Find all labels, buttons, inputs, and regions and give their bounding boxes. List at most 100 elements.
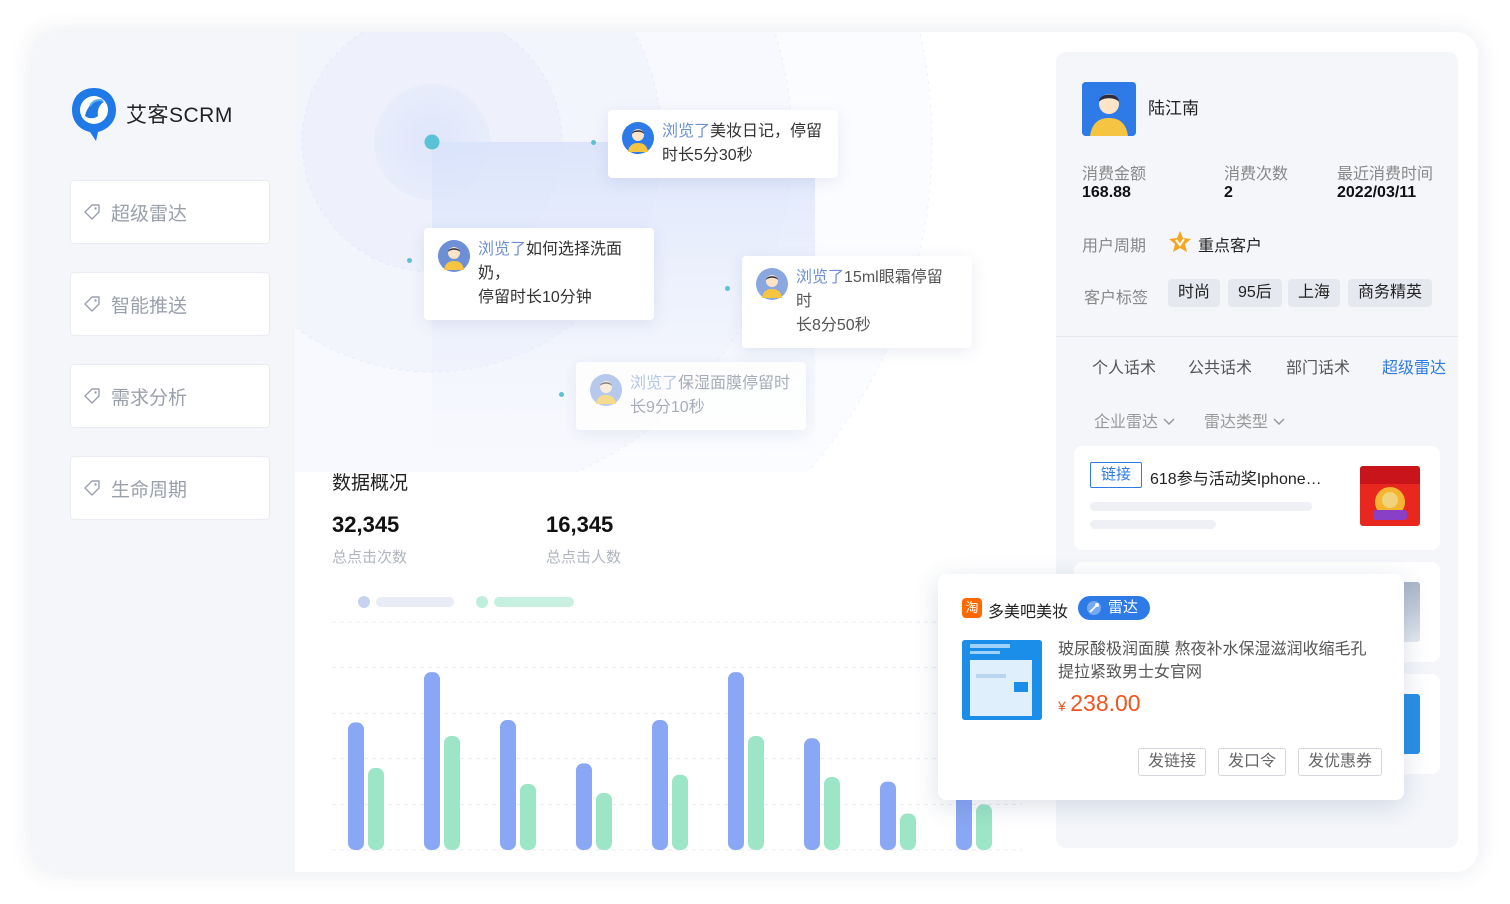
bar-series1-8 <box>880 781 896 850</box>
bar-series1-1 <box>348 722 364 850</box>
radar-dot <box>591 140 596 145</box>
radar-card[interactable]: 链接 618参与活动奖Iphone… <box>1074 446 1440 550</box>
sidebar-item-label: 需求分析 <box>111 387 188 409</box>
send-coupon-button[interactable]: 发优惠券 <box>1298 748 1383 776</box>
activity-bubble: 浏览了15ml眼霜停留时 长8分50秒 <box>742 256 972 348</box>
bar-series2-7 <box>824 777 840 850</box>
sidebar-item-label: 生命周期 <box>111 479 188 501</box>
send-code-button[interactable]: 发口令 <box>1218 748 1287 776</box>
stat-total-clicks: 32,345 <box>332 512 400 537</box>
card-thumbnail <box>1404 582 1420 642</box>
customer-tag: 商务精英 <box>1348 279 1433 307</box>
card-title: 618参与活动奖Iphone… <box>1150 471 1322 488</box>
star-badge-icon <box>1169 231 1191 252</box>
tag-icon <box>84 388 100 404</box>
avatar <box>438 240 470 272</box>
avatar <box>756 268 788 300</box>
app-window: 艾客SCRM 超级雷达 智能推送 需求分析 生命周期 浏览了美妆日记，停留 时长… <box>32 32 1478 872</box>
legend-placeholder <box>494 597 574 607</box>
divider <box>1056 336 1458 337</box>
field-label: 消费次数 <box>1224 166 1289 183</box>
card-thumbnail <box>1360 466 1420 526</box>
bar-series1-2 <box>424 672 440 850</box>
tab-personal[interactable]: 个人话术 <box>1092 354 1156 378</box>
cycle-label: 用户周期 <box>1082 238 1147 255</box>
tab-super-radar[interactable]: 超级雷达 <box>1382 354 1446 378</box>
bar-series2-8 <box>900 813 916 850</box>
bar-series1-7 <box>804 738 820 850</box>
stat-total-clicks-label: 总点击次数 <box>332 549 408 566</box>
logo-icon <box>70 86 118 142</box>
bar-series2-4 <box>596 793 612 850</box>
customer-tag: 上海 <box>1288 279 1341 307</box>
tag-icon <box>84 204 100 220</box>
radar-dot <box>559 392 564 397</box>
tag-icon <box>84 480 100 496</box>
radar-dot <box>407 258 412 263</box>
filter-radar-type[interactable]: 雷达类型 <box>1204 408 1286 432</box>
link-badge: 链接 <box>1090 462 1143 488</box>
legend-marker <box>358 596 370 608</box>
filter-enterprise-radar[interactable]: 企业雷达 <box>1094 408 1176 432</box>
sidebar-item-push[interactable]: 智能推送 <box>70 272 270 336</box>
bar-series1-3 <box>500 720 516 850</box>
bar-series2-5 <box>672 774 688 850</box>
overview-title: 数据概况 <box>332 473 409 494</box>
cycle-value: 重点客户 <box>1198 238 1263 255</box>
bar-series2-6 <box>748 736 764 850</box>
chevron-down-icon <box>1163 418 1175 426</box>
customer-tag: 时尚 <box>1168 279 1221 307</box>
field-value: 2 <box>1224 184 1233 201</box>
bar-series1-4 <box>576 763 592 850</box>
sidebar-item-demand[interactable]: 需求分析 <box>70 364 270 428</box>
radar-badge: 雷达 <box>1078 596 1151 620</box>
bar-series2-3 <box>520 783 536 850</box>
brand-name: 艾客SCRM <box>126 104 233 127</box>
radar-icon <box>1087 601 1101 615</box>
activity-bubble: 浏览了保湿面膜停留时 长9分10秒 <box>576 362 806 430</box>
sidebar-item-lifecycle[interactable]: 生命周期 <box>70 456 270 520</box>
bar-series2-2 <box>444 736 460 850</box>
tab-department[interactable]: 部门话术 <box>1286 354 1350 378</box>
activity-text: 浏览了美妆日记，停留 时长5分30秒 <box>662 123 823 164</box>
activity-bubble: 浏览了如何选择洗面奶， 停留时长10分钟 <box>424 228 654 320</box>
customer-tag: 95后 <box>1228 279 1282 307</box>
bar-series1-6 <box>728 672 744 850</box>
bar-series2-9 <box>976 804 992 850</box>
tags-label: 客户标签 <box>1084 290 1149 307</box>
field-value: 2022/03/11 <box>1337 184 1417 201</box>
send-link-button[interactable]: 发链接 <box>1138 748 1207 776</box>
legend-marker <box>476 596 488 608</box>
activity-text: 浏览了如何选择洗面奶， 停留时长10分钟 <box>478 241 623 306</box>
activity-text: 浏览了15ml眼霜停留时 长8分50秒 <box>796 269 943 334</box>
customer-name: 陆江南 <box>1148 99 1199 118</box>
field-value: 168.88 <box>1082 184 1131 201</box>
shop-name: 多美吧美妆 <box>988 604 1069 621</box>
product-title: 玻尿酸极润面膜 熬夜补水保湿滋润收缩毛孔 提拉紧致男士女官网 <box>1058 641 1367 681</box>
stat-total-users: 16,345 <box>546 512 614 537</box>
brand-logo: 艾客SCRM <box>70 86 233 142</box>
bar-chart <box>332 596 1022 851</box>
card-thumbnail <box>1404 694 1420 754</box>
field-label: 最近消费时间 <box>1337 166 1434 183</box>
sidebar-item-label: 超级雷达 <box>111 203 188 225</box>
tag-icon <box>84 296 100 312</box>
sidebar-item-radar[interactable]: 超级雷达 <box>70 180 270 244</box>
stat-total-users-label: 总点击人数 <box>546 549 622 566</box>
sidebar: 艾客SCRM 超级雷达 智能推送 需求分析 生命周期 <box>32 32 295 872</box>
tab-public[interactable]: 公共话术 <box>1188 354 1252 378</box>
bar-series2-1 <box>368 767 384 850</box>
radar-dot <box>725 286 730 291</box>
legend-placeholder <box>376 597 454 607</box>
activity-text: 浏览了保湿面膜停留时 长9分10秒 <box>630 375 791 416</box>
sidebar-item-label: 智能推送 <box>111 295 188 317</box>
placeholder-line <box>1090 520 1216 529</box>
taobao-icon: 淘 <box>962 598 982 618</box>
activity-bubble: 浏览了美妆日记，停留 时长5分30秒 <box>608 110 838 178</box>
field-label: 消费金额 <box>1082 166 1147 183</box>
avatar <box>1082 82 1136 136</box>
avatar <box>590 374 622 406</box>
chevron-down-icon <box>1273 418 1285 426</box>
placeholder-line <box>1090 502 1312 511</box>
bar-series1-5 <box>652 720 668 850</box>
